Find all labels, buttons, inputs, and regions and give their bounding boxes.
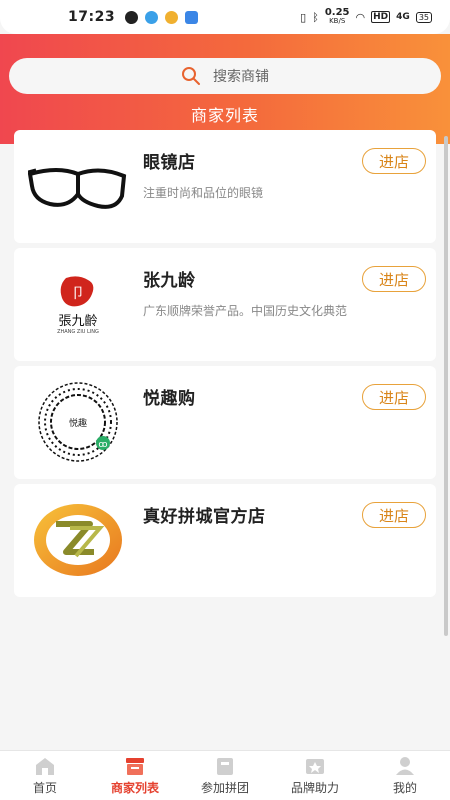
shop-card[interactable]: 卩 張九齡 ZHANG ZIU LING 张九龄 广东顺牌荣誉产品。中国历史文化…	[14, 248, 436, 361]
search-input[interactable]: 搜索商铺	[9, 58, 441, 94]
shop-card[interactable]: 真好拼城官方店 进店	[14, 484, 436, 597]
mini-program-qr-code: 悦趣 ꝏ	[28, 382, 128, 462]
status-right: ▯ ᛒ 0.25 KB/S ◠ HD 4G 35	[300, 8, 432, 26]
glasses-logo	[28, 146, 128, 226]
brand-boost-icon	[306, 758, 324, 774]
tab-label: 品牌助力	[290, 780, 339, 795]
battery-icon: 35	[415, 11, 432, 23]
hd-badge: HD	[371, 11, 391, 23]
home-icon	[36, 757, 54, 775]
notification-icons	[125, 10, 199, 24]
shop-name: 眼镜店	[143, 153, 196, 173]
tab-label: 我的	[392, 780, 417, 795]
bottom-tab-bar: 首页 商家列表 参加拼团 品牌助力 我的	[0, 750, 450, 800]
qq-notification-icon	[145, 10, 159, 24]
zh-brand-logo	[28, 500, 128, 580]
shop-description: 注重时尚和品位的眼镜	[143, 186, 264, 200]
status-bar: 17:23 ▯ ᛒ 0.25 KB/S ◠ HD 4G 35	[0, 0, 450, 34]
tab-label: 首页	[32, 780, 57, 795]
enter-shop-button[interactable]: 进店	[362, 266, 426, 292]
group-buy-icon	[217, 757, 233, 775]
svg-text:悦趣: 悦趣	[69, 417, 87, 429]
tab-profile[interactable]: 我的	[360, 751, 450, 800]
wallet-notification-icon	[185, 10, 199, 24]
scrollbar[interactable]	[444, 136, 448, 636]
svg-text:卩: 卩	[71, 286, 85, 302]
shop-name: 张九龄	[143, 271, 196, 291]
tab-brand-boost[interactable]: 品牌助力	[270, 751, 360, 800]
enter-shop-button[interactable]: 进店	[362, 384, 426, 410]
tab-shop-list[interactable]: 商家列表	[90, 751, 180, 800]
app-notification-icon	[125, 10, 139, 24]
tab-group-buy[interactable]: 参加拼团	[180, 751, 270, 800]
bluetooth-icon: ᛒ	[312, 10, 319, 24]
shop-name: 真好拼城官方店	[143, 507, 266, 527]
network-speed: 0.25 KB/S	[324, 7, 350, 26]
search-icon	[182, 67, 200, 85]
tab-label: 商家列表	[110, 780, 159, 795]
page-title: 商家列表	[190, 106, 259, 125]
zhang-jiuling-logo-text: 張九齡	[58, 313, 98, 329]
vibrate-icon: ▯	[300, 10, 307, 24]
enter-shop-button[interactable]: 进店	[362, 502, 426, 528]
enter-shop-button[interactable]: 进店	[362, 148, 426, 174]
shop-card[interactable]: 眼镜店 注重时尚和品位的眼镜 进店	[14, 130, 436, 243]
signal-icon: 4G	[396, 12, 410, 22]
shop-card[interactable]: 悦趣 ꝏ 悦趣购 进店	[14, 366, 436, 479]
search-placeholder: 搜索商铺	[213, 69, 269, 85]
shop-name: 悦趣购	[143, 389, 196, 409]
tab-label: 参加拼团	[200, 780, 249, 795]
shop-list: 眼镜店 注重时尚和品位的眼镜 进店 卩 張九齡 ZHANG ZIU LING 张…	[14, 130, 436, 602]
zhang-jiuling-logo: 卩 張九齡 ZHANG ZIU LING	[28, 264, 128, 344]
status-time: 17:23	[68, 9, 116, 25]
profile-icon	[396, 756, 414, 775]
shop-description: 广东顺牌荣誉产品。中国历史文化典范	[143, 304, 348, 318]
shop-list-icon	[126, 757, 144, 775]
tab-home[interactable]: 首页	[0, 751, 90, 800]
svg-text:ꝏ: ꝏ	[98, 440, 107, 450]
zhang-jiuling-logo-subtext: ZHANG ZIU LING	[57, 328, 99, 335]
wifi-icon: ◠	[355, 10, 366, 24]
weibo-notification-icon	[165, 10, 179, 24]
